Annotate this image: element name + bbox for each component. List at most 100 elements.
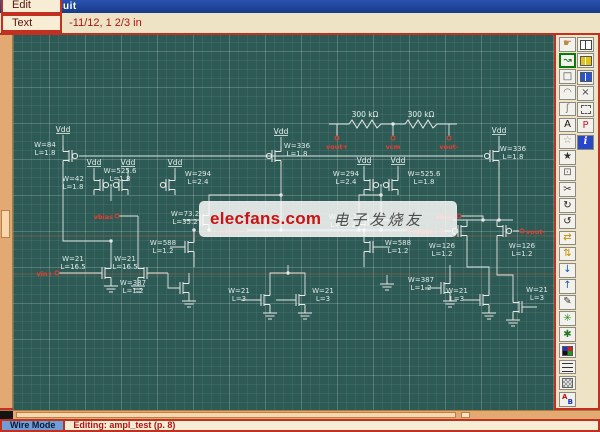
library-icon[interactable] <box>577 37 594 52</box>
cut-icon[interactable]: ✂ <box>559 182 576 197</box>
schematic-label: L=1.8 <box>63 183 84 191</box>
watermark-cjk-text: 电子发烧友 <box>333 209 423 230</box>
schematic-label: L=1.2 <box>432 250 453 258</box>
flip-vertical-icon[interactable]: ⇅ <box>559 247 576 262</box>
schematic-label: W=21 <box>526 286 548 294</box>
schematic-label: L=1.2 <box>388 247 409 255</box>
schematic-label: Vdd <box>391 156 406 165</box>
schematic-label: W=588 <box>385 239 411 247</box>
schematic-label: L=1.8 <box>503 153 524 161</box>
schematic-label: L=1.8 <box>414 178 435 186</box>
select-icon[interactable]: ⊡ <box>559 166 576 181</box>
parameter-icon[interactable]: AB <box>559 392 576 407</box>
schematic-label: W=84 <box>34 141 56 149</box>
drawing-canvas[interactable]: VddVddVddVddVddVddVddVddW=84L=1.8W=42L=1… <box>13 35 556 412</box>
spline-icon[interactable]: ʃ <box>559 102 576 117</box>
main-area: VddVddVddVddVddVddVddVddW=84L=1.8W=42L=1… <box>0 33 600 410</box>
schematic-label: L=3 <box>316 295 330 303</box>
schematic-label: 300 kΩ <box>352 110 379 119</box>
schematic-label: W=42 <box>62 175 84 183</box>
pin-label: vbias <box>94 213 114 221</box>
schematic-label: W=387 <box>408 276 434 284</box>
rotate-ccw-icon[interactable]: ↺ <box>559 214 576 229</box>
page-directory-icon[interactable] <box>577 53 594 68</box>
watermark-brand: elecfans.com <box>210 209 321 229</box>
schematic-label: W=294 <box>185 170 212 178</box>
menu-text[interactable]: Text <box>1 14 62 32</box>
library-directory-icon[interactable] <box>577 70 594 85</box>
schematic-label: L=2.4 <box>336 178 357 186</box>
fill-style-icon[interactable] <box>559 376 576 391</box>
info-label-icon[interactable]: i <box>577 135 594 150</box>
schematic-label: W=525.6 <box>104 167 137 175</box>
rotate-cw-icon[interactable]: ↻ <box>559 198 576 213</box>
arc-icon[interactable]: ◠ <box>559 85 576 100</box>
menu-bar: FileEditTextOptionsWindow -11/12, 1 2/3 … <box>0 13 600 33</box>
schematic-label: L=1.2 <box>153 247 174 255</box>
box-icon[interactable]: □ <box>559 69 576 84</box>
attach-icon[interactable]: ✱ <box>559 327 576 342</box>
schematic-label: W=21 <box>62 255 84 263</box>
grid-box-icon[interactable] <box>577 102 594 117</box>
schematic-label: L=3 <box>450 295 464 303</box>
raise-icon[interactable]: ↑ <box>559 279 576 294</box>
text-icon[interactable]: A <box>559 118 576 133</box>
schematic-label: L=1.8 <box>35 149 56 157</box>
schematic-label: Vdd <box>87 158 102 167</box>
axis-lines <box>13 236 556 274</box>
schematic-label: W=336 <box>284 142 311 150</box>
virtual-copy-icon[interactable]: ☆ <box>559 134 576 149</box>
schematic-label: L=1.2 <box>123 287 144 295</box>
copy-icon[interactable]: ★ <box>559 150 576 165</box>
flip-horizontal-icon[interactable]: ⇄ <box>559 231 576 246</box>
schematic-label: W=126 <box>509 242 536 250</box>
horizontal-scrollbar[interactable] <box>0 410 600 419</box>
schematic-label: L=1.8 <box>110 175 131 183</box>
pin-circle <box>457 214 461 218</box>
pin-circle <box>115 214 119 218</box>
schematic-label: W=126 <box>429 242 456 250</box>
status-bar: Wire Mode Editing: ampl_test (p. 8) <box>0 419 600 432</box>
schematic-label: L=2.4 <box>188 178 209 186</box>
pin-label: vin+ <box>36 270 53 278</box>
schematic-label: W=73.2 <box>171 210 199 218</box>
pan-icon[interactable]: ☛ <box>559 37 576 52</box>
schematic-label: W=21 <box>114 255 136 263</box>
schematic-label: L=35.2 <box>172 218 197 226</box>
schematic-label: W=387 <box>120 279 146 287</box>
editing-status: Editing: ampl_test (p. 8) <box>65 421 183 430</box>
pin-circle <box>391 136 395 140</box>
vertical-scrollbar-thumb[interactable] <box>1 210 10 238</box>
snap-icon[interactable]: ✳ <box>559 311 576 326</box>
menu-edit[interactable]: Edit <box>1 0 62 14</box>
schematic-label: W=588 <box>150 239 176 247</box>
color-icon[interactable] <box>559 343 576 358</box>
cursor-coordinates: -11/12, 1 2/3 in <box>69 17 142 29</box>
schematic-label: W=336 <box>500 145 527 153</box>
border-style-icon[interactable] <box>559 360 576 375</box>
vertical-scrollbar[interactable] <box>0 35 13 408</box>
horizontal-scrollbar-notch <box>461 412 470 418</box>
pin-label-icon[interactable]: P <box>577 118 594 133</box>
tool-palette: ☛↝□◠ ʃA☆★⊡✂↻↺ ⇄⇅↓↑✎✳✱ AB × Pi <box>557 35 598 408</box>
pin-label: vout+ <box>326 143 348 151</box>
mode-indicator[interactable]: Wire Mode <box>2 421 65 430</box>
edit-icon[interactable]: ✎ <box>559 295 576 310</box>
zoom-extents-icon[interactable]: × <box>577 86 594 101</box>
schematic-label: L=16.5 <box>60 263 85 271</box>
schematic-label: L=3 <box>530 294 544 302</box>
schematic-label: Vdd <box>357 156 372 165</box>
schematic-label: L=1.2 <box>411 284 432 292</box>
scrollbar-corner <box>0 411 13 419</box>
wire-icon[interactable]: ↝ <box>559 53 576 68</box>
schematic-label: 300 kΩ <box>408 110 435 119</box>
toolbar-left-column: ☛↝□◠ ʃA☆★⊡✂↻↺ ⇄⇅↓↑✎✳✱ AB <box>559 37 576 408</box>
schematic-label: W=294 <box>333 170 360 178</box>
schematic-label: Vdd <box>121 158 136 167</box>
schematic-label: L=3 <box>232 295 246 303</box>
schematic-label: Vdd <box>492 126 507 135</box>
lower-icon[interactable]: ↓ <box>559 263 576 278</box>
horizontal-scrollbar-thumb[interactable] <box>16 412 456 418</box>
pin-label: vout- <box>526 228 545 236</box>
schematic-label: W=21 <box>312 287 334 295</box>
